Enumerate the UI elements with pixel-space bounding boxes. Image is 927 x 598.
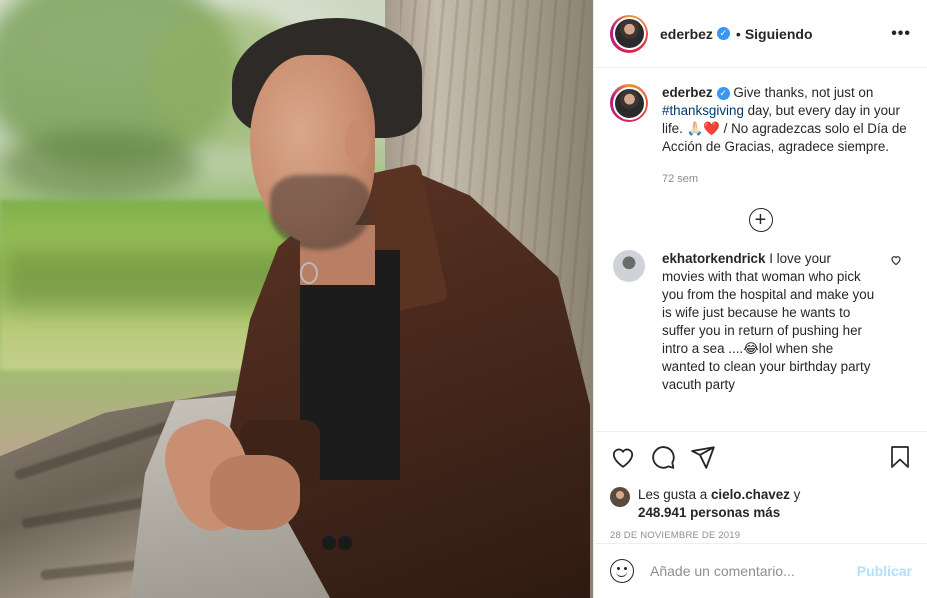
comment-icon[interactable] [650, 444, 676, 470]
photo-zipper [300, 262, 318, 284]
likes-count[interactable]: 248.941 personas más [638, 505, 780, 520]
caption-username[interactable]: ederbez [662, 85, 713, 100]
caption: ederbez ✓ Give thanks, not just on #thank… [610, 84, 911, 188]
comments-area[interactable]: ederbez ✓ Give thanks, not just on #thank… [594, 68, 927, 431]
post-side-panel: ederbez ✓ • Siguiendo ••• ederbez ✓ Give … [593, 0, 927, 598]
comment-heart-icon[interactable] [890, 254, 902, 394]
caption-body: ederbez ✓ Give thanks, not just on #thank… [662, 84, 911, 188]
heart-icon[interactable] [610, 444, 636, 470]
avatar-image [612, 17, 646, 50]
photo-jacket-button [338, 536, 352, 550]
post-photo[interactable] [0, 0, 593, 598]
emoji-icon[interactable] [610, 559, 634, 583]
photo-ear [345, 120, 370, 165]
likes-conj: y [789, 487, 801, 502]
liker-avatar[interactable] [610, 487, 630, 507]
verified-icon: ✓ [716, 86, 730, 100]
avatar-image [612, 86, 646, 120]
comment-body: ekhatorkendrick I love your movies with … [662, 250, 876, 394]
photo-hand [210, 455, 300, 530]
publish-button[interactable]: Publicar [857, 563, 912, 579]
action-icons [610, 442, 912, 472]
photo-beard [270, 175, 370, 250]
caption-avatar[interactable] [610, 84, 648, 122]
add-comment-bar: Publicar [594, 543, 927, 598]
likes-summary: Les gusta a cielo.chavez y 248.941 perso… [610, 486, 912, 522]
post-header: ederbez ✓ • Siguiendo ••• [594, 0, 927, 68]
more-options-icon[interactable]: ••• [891, 25, 911, 43]
likes-prefix: Les gusta a [638, 487, 711, 502]
share-icon[interactable] [690, 444, 716, 470]
author-username[interactable]: ederbez [660, 26, 713, 42]
comment-input[interactable] [650, 563, 857, 579]
load-more: + [610, 208, 911, 232]
post-actions: Les gusta a cielo.chavez y 248.941 perso… [594, 431, 927, 543]
likes-text: Les gusta a cielo.chavez y 248.941 perso… [638, 486, 800, 522]
comment-item: ekhatorkendrick I love your movies with … [610, 250, 911, 394]
author-avatar[interactable] [610, 14, 648, 53]
photo-jacket-button [322, 536, 336, 550]
commenter-username[interactable]: ekhatorkendrick [662, 251, 765, 266]
bookmark-icon[interactable] [888, 444, 912, 470]
plus-circle-icon[interactable]: + [748, 208, 773, 232]
photo-foliage [0, 130, 200, 200]
photo-lawn-shadow [0, 250, 300, 310]
post-date[interactable]: 28 DE NOVIEMBRE DE 2019 [610, 530, 912, 541]
caption-time[interactable]: 72 sem [662, 170, 911, 188]
commenter-avatar[interactable] [613, 250, 645, 282]
caption-text: Give thanks, not just on [733, 85, 874, 100]
comment-text: I love your movies with that woman who p… [662, 251, 875, 392]
hashtag-link[interactable]: #thanksgiving [662, 103, 744, 118]
verified-icon: ✓ [716, 27, 730, 40]
separator-dot: • [735, 25, 741, 42]
following-button[interactable]: Siguiendo [745, 26, 813, 42]
liker-username[interactable]: cielo.chavez [711, 487, 790, 502]
